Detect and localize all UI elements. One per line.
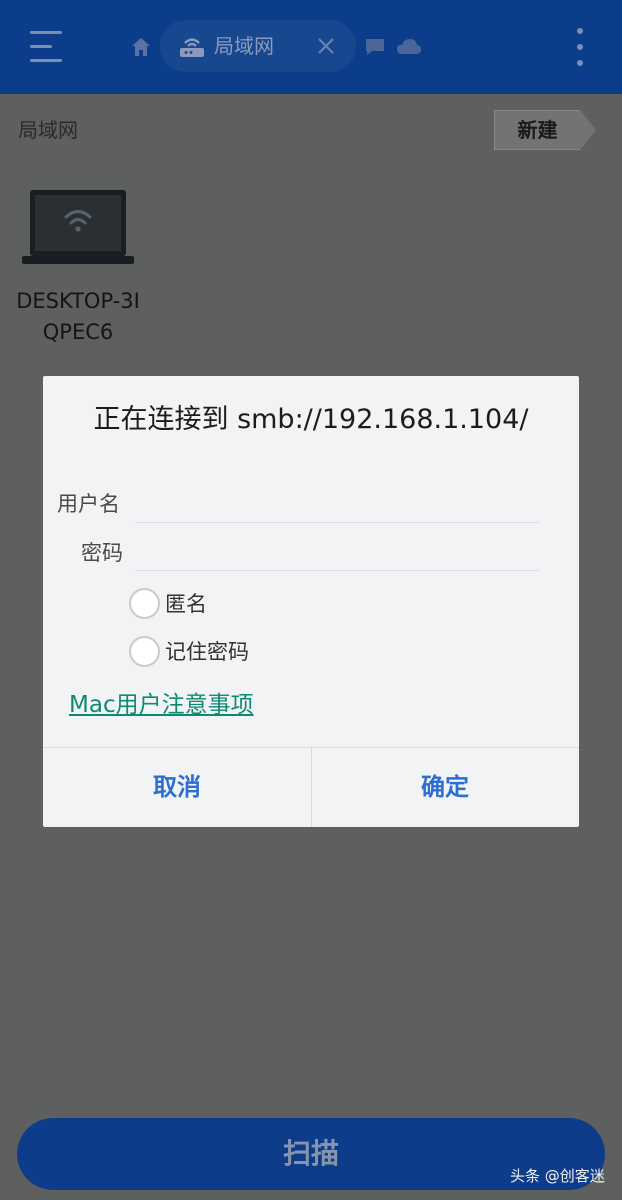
dialog-title: 正在连接到 smb://192.168.1.104/ (93, 404, 529, 435)
cloud-icon[interactable] (396, 37, 422, 55)
router-icon (180, 38, 204, 57)
username-input[interactable] (135, 490, 539, 523)
tab-lan[interactable]: 局域网 (160, 20, 356, 72)
breadcrumb: 局域网 (18, 118, 78, 142)
watermark: 头条 @创客迷 (510, 1167, 605, 1185)
anonymous-label: 匿名 (165, 592, 207, 616)
ok-button[interactable]: 确定 (311, 748, 579, 827)
new-button[interactable]: 新建 (494, 110, 580, 150)
top-app-bar: 局域网 (0, 0, 622, 94)
anonymous-radio[interactable] (129, 588, 160, 619)
tab-label: 局域网 (214, 34, 274, 58)
more-vertical-icon[interactable] (575, 28, 585, 68)
username-label: 用户名 (57, 492, 120, 516)
mac-notes-link[interactable]: Mac用户注意事项 (69, 690, 254, 720)
remember-password-radio[interactable] (129, 636, 160, 667)
password-label: 密码 (81, 541, 123, 565)
password-input[interactable] (135, 538, 539, 571)
connect-dialog: 正在连接到 smb://192.168.1.104/ 用户名 密码 匿名 记住密… (43, 376, 579, 827)
remember-password-label: 记住密码 (165, 640, 249, 664)
chat-icon[interactable] (364, 37, 386, 57)
cancel-button[interactable]: 取消 (43, 748, 311, 827)
close-icon[interactable] (316, 36, 336, 56)
device-item[interactable]: DESKTOP-3IQPEC6 (8, 186, 148, 356)
new-button-arrow (580, 110, 596, 150)
device-name: DESKTOP-3IQPEC6 (16, 289, 140, 344)
laptop-wifi-icon (22, 190, 134, 264)
menu-icon[interactable] (30, 31, 66, 63)
home-icon[interactable] (130, 36, 152, 58)
